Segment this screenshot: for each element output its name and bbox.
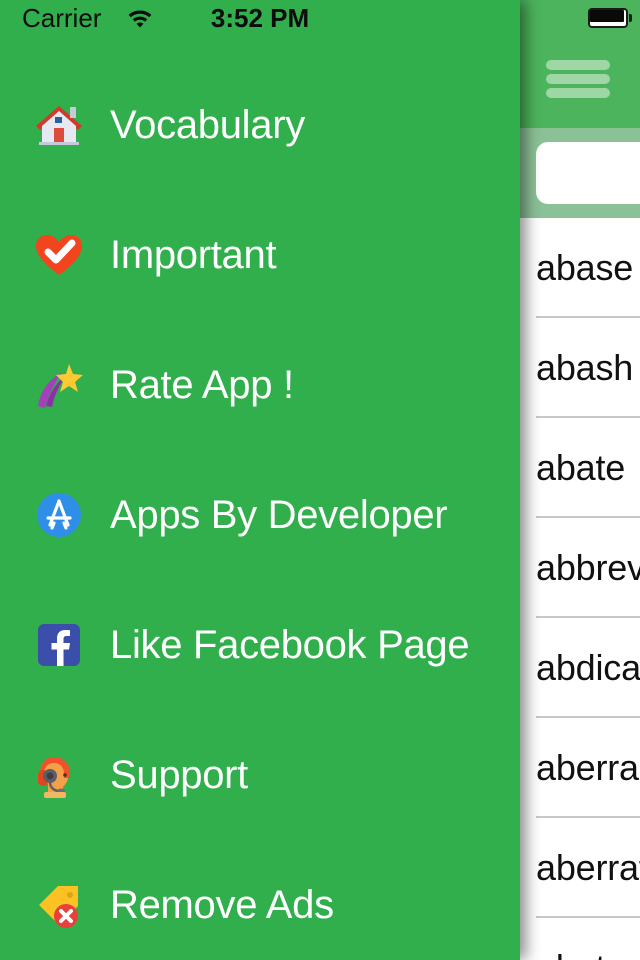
house-icon [32,98,86,152]
word-label: abash [536,347,634,388]
sidebar-item-label: Apps By Developer [110,492,448,537]
sidebar-item-label: Like Facebook Page [110,622,470,667]
list-item[interactable]: abet [520,918,640,960]
word-label: abate [536,447,626,488]
status-bar: Carrier 3:52 PM [0,0,520,34]
list-item[interactable]: aberrant [520,718,640,818]
app-store-icon [32,488,86,542]
hamburger-bar-3 [546,88,610,98]
app-screen: abase abash abate abbreviate abdicate ab… [0,0,640,960]
drawer-menu: Vocabulary Important Rate App ! Apps By … [0,60,520,960]
sidebar-item-label: Remove Ads [110,882,334,927]
list-item[interactable]: abash [520,318,640,418]
headset-person-icon [32,748,86,802]
facebook-icon [32,618,86,672]
search-bar-container [520,128,640,218]
word-label: aberrant [536,747,640,788]
word-label: abbreviate [536,547,640,588]
main-status-bar [520,0,640,34]
shooting-star-icon [32,358,86,412]
tag-remove-icon [32,878,86,932]
sidebar-item-label: Rate App ! [110,362,294,407]
clock-label: 3:52 PM [210,3,310,33]
list-item[interactable]: abase [520,218,640,318]
hamburger-bar-2 [546,74,610,84]
sidebar-item-label: Important [110,232,277,277]
sidebar-item-apps-by-developer[interactable]: Apps By Developer [0,450,520,580]
sidebar-item-important[interactable]: Important [0,190,520,320]
navigation-drawer: Carrier 3:52 PM Vocabulary Important Rat… [0,0,520,960]
sidebar-item-rate-app[interactable]: Rate App ! [0,320,520,450]
sidebar-item-facebook[interactable]: Like Facebook Page [0,580,520,710]
battery-full-icon [588,8,632,28]
sidebar-item-label: Support [110,752,248,797]
word-list[interactable]: abase abash abate abbreviate abdicate ab… [520,218,640,960]
word-label: abase [536,247,634,288]
word-label: aberration [536,847,640,888]
list-item[interactable]: abdicate [520,618,640,718]
sidebar-item-remove-ads[interactable]: Remove Ads [0,840,520,960]
search-input[interactable] [536,142,640,204]
main-navigation-bar [520,0,640,128]
sidebar-item-support[interactable]: Support [0,710,520,840]
list-item[interactable]: abate [520,418,640,518]
hamburger-bar-1 [546,60,610,70]
hamburger-icon[interactable] [546,56,610,102]
sidebar-item-vocabulary[interactable]: Vocabulary [0,60,520,190]
word-label: abet [536,947,605,960]
word-label: abdicate [536,647,640,688]
list-item[interactable]: abbreviate [520,518,640,618]
main-content-panel: abase abash abate abbreviate abdicate ab… [520,0,640,960]
sidebar-item-label: Vocabulary [110,102,305,147]
list-item[interactable]: aberration [520,818,640,918]
heart-check-icon [32,228,86,282]
